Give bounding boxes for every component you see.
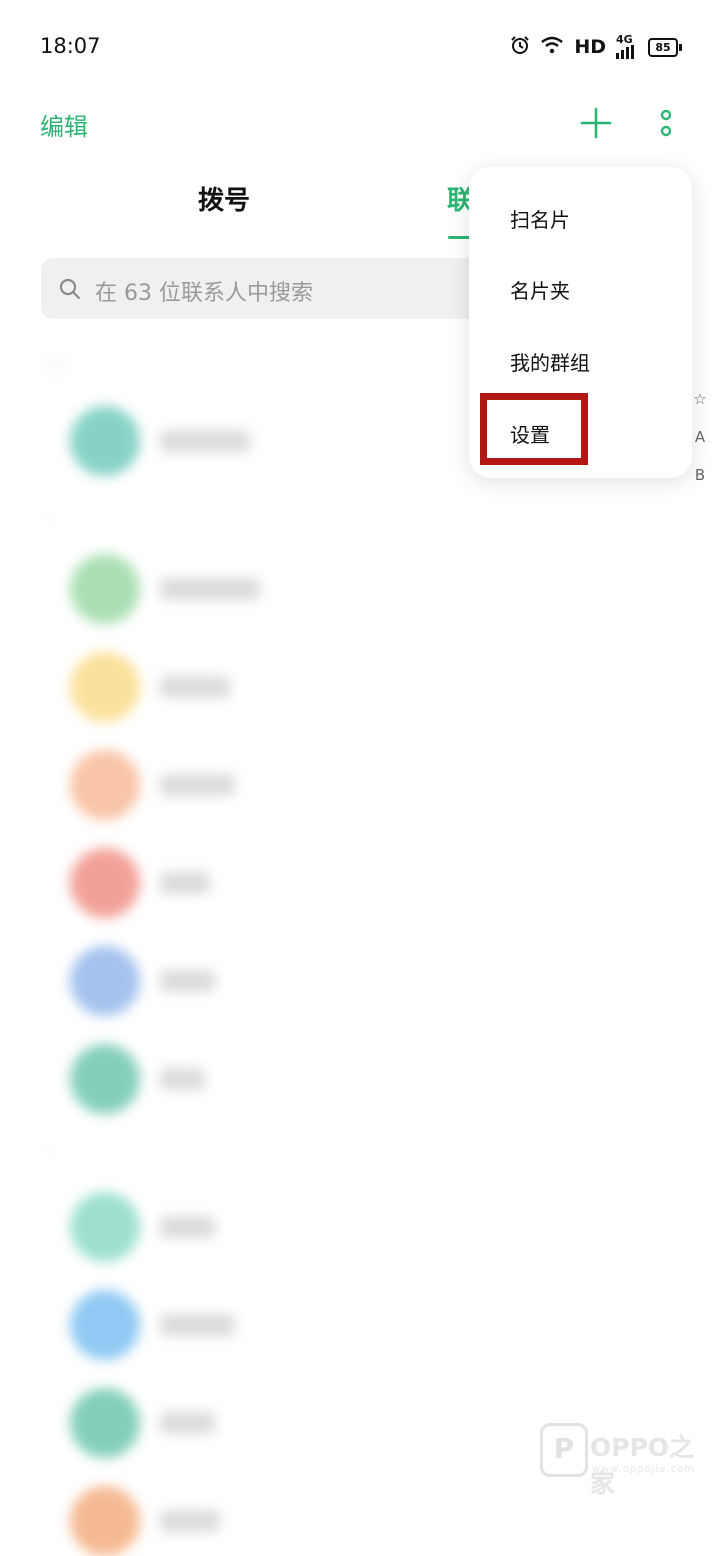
list-item[interactable] (70, 1044, 470, 1114)
wifi-icon (540, 36, 564, 58)
search-icon (59, 278, 81, 300)
contact-name-blurred (160, 774, 235, 796)
avatar (70, 848, 140, 918)
list-item[interactable] (70, 406, 470, 476)
contact-name-blurred (160, 430, 250, 452)
contact-name-blurred (160, 1216, 215, 1238)
index-star[interactable]: ☆ (690, 388, 710, 426)
top-toolbar: 编辑 (0, 95, 720, 155)
list-item[interactable] (70, 554, 470, 624)
signal-type: 4G (616, 33, 633, 46)
contact-name-blurred (160, 676, 230, 698)
avatar (70, 1388, 140, 1458)
contact-name-blurred (160, 1412, 215, 1434)
watermark-logo-icon: P (540, 1423, 588, 1477)
avatar (70, 946, 140, 1016)
alarm-icon (510, 35, 530, 59)
contact-name-blurred (160, 1068, 205, 1090)
list-item[interactable] (70, 1486, 470, 1556)
contact-name-blurred (160, 578, 260, 600)
watermark: P OPPO之家 www.oppojia.com (538, 1420, 708, 1500)
more-options-button[interactable] (652, 107, 680, 139)
avatar (70, 1486, 140, 1556)
plus-icon (580, 107, 612, 139)
contact-list: ◌ · · (0, 340, 720, 1556)
list-item[interactable] (70, 652, 470, 722)
avatar (70, 406, 140, 476)
contact-name-blurred (160, 872, 210, 894)
battery-tip (679, 43, 682, 51)
avatar (70, 1192, 140, 1262)
list-item[interactable] (70, 1388, 470, 1458)
section-header: · (48, 508, 54, 529)
battery-icon: 85 (648, 37, 682, 57)
menu-item-my-groups[interactable]: 我的群组 (510, 347, 590, 376)
settings-highlight-box (480, 393, 588, 465)
avatar (70, 652, 140, 722)
list-item[interactable] (70, 946, 470, 1016)
menu-item-scan-card[interactable]: 扫名片 (510, 204, 570, 233)
menu-item-card-holder[interactable]: 名片夹 (510, 275, 570, 304)
list-item[interactable] (70, 1290, 470, 1360)
tab-dial[interactable]: 拨号 (198, 180, 250, 217)
status-bar: 18:07 HD 4G 85 (0, 0, 720, 95)
cellular-signal-icon: 4G (616, 33, 638, 59)
edit-button[interactable]: 编辑 (40, 107, 88, 142)
watermark-url: www.oppojia.com (592, 1464, 695, 1475)
contact-name-blurred (160, 970, 215, 992)
section-header: · (48, 1140, 54, 1161)
list-item[interactable] (70, 848, 470, 918)
status-icons: HD 4G 85 (510, 34, 682, 60)
list-item[interactable] (70, 1192, 470, 1262)
avatar (70, 750, 140, 820)
add-contact-button[interactable] (578, 105, 614, 141)
list-item[interactable] (70, 750, 470, 820)
contact-name-blurred (160, 1314, 235, 1336)
status-time: 18:07 (40, 34, 101, 58)
network-type: HD (574, 36, 606, 58)
search-placeholder: 在 63 位联系人中搜索 (95, 281, 313, 306)
battery-level: 85 (648, 37, 678, 57)
index-b[interactable]: B (690, 464, 710, 502)
avatar (70, 1044, 140, 1114)
avatar (70, 554, 140, 624)
more-vertical-icon (660, 109, 672, 137)
avatar (70, 1290, 140, 1360)
index-a[interactable]: A (690, 426, 710, 464)
contact-name-blurred (160, 1510, 220, 1532)
section-header: ◌ (48, 354, 64, 375)
alphabet-index[interactable]: ☆ A B (690, 388, 710, 502)
